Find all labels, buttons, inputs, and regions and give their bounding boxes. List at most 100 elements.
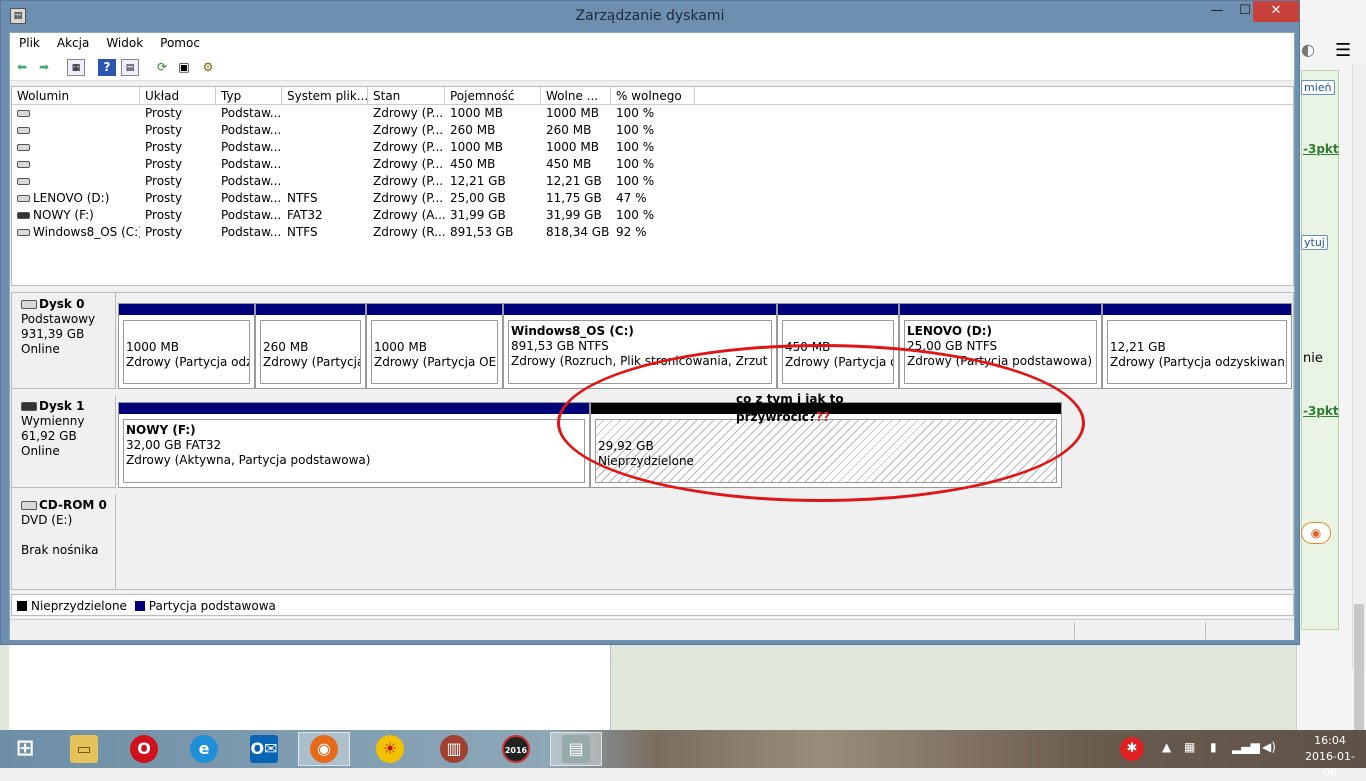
table-row[interactable]: Prosty Podstaw... Zdrowy (P... 450 MB 450 MB… [12,156,1293,173]
background-link-1[interactable]: -3pkt [1303,142,1339,156]
cell-text: Podstaw... [221,140,282,154]
cell-text: 260 MB [546,123,592,137]
disk-0-status: Online [21,342,60,356]
app-colosseum-icon: ▥ [440,735,468,763]
table-cell [12,173,140,190]
table-cell: 100 % [611,207,695,224]
tray-network-grid-icon[interactable]: ▦ [1184,740,1195,754]
tray-show-hidden-icon[interactable]: ▲ [1162,740,1171,754]
table-row[interactable]: NOWY (F:) Prosty Podstaw... FAT32 Zdrowy (A.… [12,207,1293,224]
taskbar-app-3[interactable]: ▥ [428,732,480,766]
tray-red-app-icon: ✱ [1120,737,1144,761]
menu-widok[interactable]: Widok [97,33,151,50]
col-header-wolumin[interactable]: Wolumin [12,87,140,104]
background-scroll-thumb[interactable] [1354,604,1364,734]
taskbar-app-2016[interactable]: 2016 [490,732,542,766]
table-row[interactable]: Prosty Podstaw... Zdrowy (P... 1000 MB 1000 … [12,139,1293,156]
table-row[interactable]: Prosty Podstaw... Zdrowy (P... 260 MB 260 MB… [12,122,1293,139]
forward-arrow-icon[interactable]: ➡ [35,59,53,76]
background-white-area [9,642,611,730]
cdrom-label[interactable]: CD-ROM 0 DVD (E:) Brak nośnika [12,494,116,589]
table-cell [282,139,368,156]
disk-1-partition-f[interactable]: NOWY (F:) 32,00 GB FAT32 Zdrowy (Aktywna, … [118,402,590,488]
properties-icon[interactable]: ▤ [121,59,139,76]
background-eye-icon[interactable]: ◉ [1301,522,1331,544]
table-row[interactable]: Windows8_OS (C:) Prosty Podstaw... NTFS Zdro… [12,224,1293,241]
disk-0-partition-2[interactable]: 260 MBZdrowy (Partycja s [255,303,366,389]
table-cell [282,173,368,190]
col-header-procent[interactable]: % wolnego [611,87,695,104]
col-header-typ[interactable]: Typ [216,87,282,104]
table-row[interactable]: Prosty Podstaw... Zdrowy (P... 1000 MB 1000 … [12,105,1293,122]
cell-text: Zdrowy (R... [373,225,445,239]
background-circle-icon[interactable]: ◐ [1301,40,1315,59]
minimize-button[interactable]: — [1203,1,1231,22]
status-pane-2 [1205,622,1295,639]
background-link-2[interactable]: -3pkt [1303,404,1339,418]
background-tag-2[interactable]: ytuj [1301,235,1328,250]
tray-volume-icon[interactable]: ◀) [1262,740,1276,754]
disk-1-label[interactable]: Dysk 1 Wymienny 61,92 GB Online [12,395,116,488]
partition-title: NOWY (F:) [126,423,196,437]
cell-text: 450 MB [450,157,496,171]
tray-app-icon[interactable]: ✱ [1110,732,1154,766]
taskbar-sun-app[interactable]: ☀ [364,732,416,766]
table-cell: 1000 MB [445,105,541,122]
table-cell [12,122,140,139]
start-button[interactable]: ⊞ [0,732,50,766]
table-row[interactable]: LENOVO (D:) Prosty Podstaw... NTFS Zdrowy (P… [12,190,1293,207]
taskbar-disk-management[interactable]: ▤ [550,732,602,766]
cdrom-type: DVD (E:) [21,513,73,527]
col-header-uklad[interactable]: Układ [140,87,216,104]
primary-bar [900,304,1101,315]
settings-icon[interactable]: ⚙ [199,59,217,76]
taskbar-outlook[interactable]: O✉ [238,732,290,766]
partition-size: 32,00 GB FAT32 [126,438,222,452]
taskbar-clock[interactable]: 16:04 2016-01-06 [1300,733,1360,781]
taskbar-opera[interactable]: O [118,732,170,766]
background-menu-icon[interactable]: ☰ [1335,40,1351,61]
title-bar[interactable]: ▤ Zarządzanie dyskami — ☐ ✕ [1,1,1299,32]
background-scrollbar[interactable] [1352,64,1366,734]
disk-0-partition-3[interactable]: 1000 MB Zdrowy (Partycja OEM) [366,303,503,389]
disk-1-type: Wymienny [21,414,85,428]
legend-primary-swatch [134,601,145,611]
tray-battery-icon[interactable]: ▮ [1210,740,1217,754]
col-header-system[interactable]: System plik... [282,87,368,104]
disk-0-type: Podstawowy [21,312,96,326]
cell-text: LENOVO (D:) [33,191,110,205]
col-header-pojemnosc[interactable]: Pojemność [445,87,541,104]
menu-plik[interactable]: Plik [10,33,48,50]
status-pane-1 [1074,622,1205,639]
background-tag-1[interactable]: mień [1301,80,1335,95]
help-icon[interactable]: ? [98,59,116,76]
table-cell: Zdrowy (P... [368,173,445,190]
col-header-stan[interactable]: Stan [368,87,445,104]
cell-text: 31,99 GB [450,208,506,222]
rescan-icon[interactable]: ▣ [175,59,193,76]
disk-0-partition-7[interactable]: 12,21 GB Zdrowy (Partycja odzyskiwania) [1102,303,1292,389]
cell-text: Zdrowy (P... [373,174,444,188]
close-button[interactable]: ✕ [1253,1,1299,22]
console-tree-icon[interactable]: ▦ [67,59,85,76]
taskbar-ie[interactable]: e [178,732,230,766]
col-header-wolne[interactable]: Wolne ... [541,87,611,104]
back-arrow-icon[interactable]: ⬅ [13,59,31,76]
table-row[interactable]: Prosty Podstaw... Zdrowy (P... 12,21 GB 12,2… [12,173,1293,190]
disk-0-label[interactable]: Dysk 0 Podstawowy 931,39 GB Online [12,293,116,389]
volume-icon [17,144,30,151]
taskbar-firefox[interactable]: ◉ [298,732,350,766]
tray-signal-icon[interactable]: ▂▄▆ [1232,740,1260,754]
disk-0-partition-1[interactable]: 1000 MBZdrowy (Partycja odzys [118,303,255,389]
taskbar-explorer[interactable]: ▭ [58,732,110,766]
menu-pomoc[interactable]: Pomoc [151,33,208,50]
table-cell: Podstaw... [216,156,282,173]
cell-text: Podstaw... [221,208,282,222]
table-cell: NTFS [282,224,368,241]
menu-akcja[interactable]: Akcja [48,33,97,50]
table-cell: Prosty [140,190,216,207]
cell-text: NTFS [287,191,318,205]
partition-size: 1000 MB [126,340,179,354]
refresh-icon[interactable]: ⟳ [153,59,171,76]
table-cell: Windows8_OS (C:) [12,224,140,241]
